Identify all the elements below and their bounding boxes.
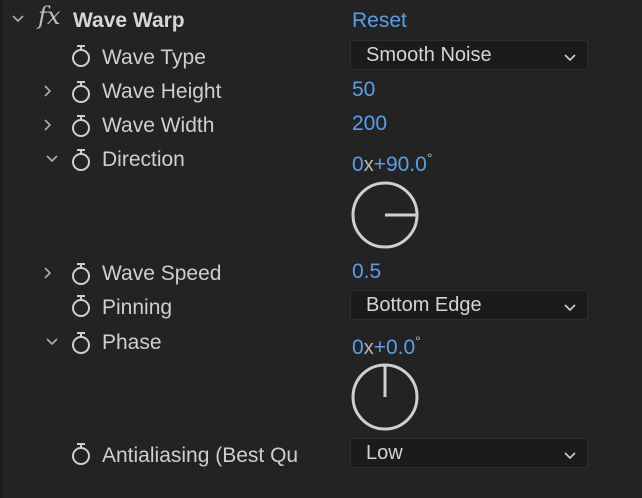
stopwatch-icon[interactable] [70, 331, 92, 355]
revolution-separator: x [363, 154, 374, 176]
property-row-phase: Phase 0x+0.0° [0, 327, 642, 361]
degree-symbol: ° [426, 150, 433, 166]
property-row-wave-height: Wave Height 50 [0, 76, 642, 110]
direction-angle[interactable]: +90.0 [374, 153, 427, 176]
property-row-wave-width: Wave Width 200 [0, 110, 642, 144]
phase-revolutions[interactable]: 0 [352, 336, 364, 359]
phase-value[interactable]: 0x+0.0° [352, 329, 421, 360]
chevron-right-icon[interactable] [41, 118, 55, 132]
direction-angle-dial[interactable] [350, 180, 420, 255]
property-label: Wave Width [102, 114, 215, 137]
property-row-wave-speed: Wave Speed 0.5 [0, 258, 642, 292]
stopwatch-icon[interactable] [70, 294, 92, 318]
property-label: Antialiasing (Best Qu [102, 444, 299, 467]
dropdown-value: Smooth Noise [366, 44, 492, 66]
dropdown-value: Bottom Edge [366, 294, 482, 316]
property-row-wave-type: Wave Type Smooth Noise [0, 40, 642, 74]
stopwatch-icon[interactable] [70, 80, 92, 104]
property-row-direction: Direction 0x+90.0° [0, 144, 642, 178]
wave-width-value[interactable]: 200 [352, 112, 387, 136]
property-label: Pinning [102, 296, 173, 319]
effect-header-row[interactable]: fx Wave Warp Reset [0, 0, 642, 34]
property-label: Wave Type [102, 46, 206, 69]
property-label: Phase [102, 331, 162, 354]
property-label: Wave Speed [102, 262, 222, 285]
chevron-right-icon[interactable] [41, 266, 55, 280]
stopwatch-icon[interactable] [70, 262, 92, 286]
chevron-down-icon[interactable] [45, 152, 59, 166]
fx-icon[interactable]: fx [38, 3, 60, 29]
stopwatch-icon[interactable] [70, 442, 92, 466]
stopwatch-icon[interactable] [70, 44, 92, 68]
phase-angle-dial[interactable] [350, 362, 420, 437]
chevron-down-icon[interactable] [11, 12, 25, 26]
chevron-down-icon [563, 448, 577, 460]
antialiasing-dropdown[interactable]: Low [350, 438, 588, 468]
property-label: Direction [102, 148, 185, 171]
chevron-down-icon [563, 300, 577, 312]
chevron-down-icon[interactable] [45, 335, 59, 349]
direction-value[interactable]: 0x+90.0° [352, 146, 432, 177]
revolution-separator: x [363, 337, 374, 359]
stopwatch-icon[interactable] [70, 148, 92, 172]
wave-type-dropdown[interactable]: Smooth Noise [350, 40, 588, 70]
wave-speed-value[interactable]: 0.5 [352, 260, 381, 284]
chevron-right-icon[interactable] [41, 84, 55, 98]
pinning-dropdown[interactable]: Bottom Edge [350, 290, 588, 320]
stopwatch-icon[interactable] [70, 114, 92, 138]
effect-name: Wave Warp [73, 9, 185, 32]
property-row-antialiasing: Antialiasing (Best Qu Low [0, 438, 642, 472]
chevron-down-icon [563, 50, 577, 62]
reset-button[interactable]: Reset [352, 9, 407, 33]
degree-symbol: ° [415, 333, 421, 349]
direction-revolutions[interactable]: 0 [352, 153, 364, 176]
dropdown-value: Low [366, 442, 403, 464]
wave-height-value[interactable]: 50 [352, 78, 375, 102]
phase-angle[interactable]: +0.0 [374, 336, 415, 359]
effect-controls-panel: fx Wave Warp Reset Wave Type Smooth Nois… [0, 0, 642, 498]
property-row-pinning: Pinning Bottom Edge [0, 290, 642, 324]
property-label: Wave Height [102, 80, 222, 103]
